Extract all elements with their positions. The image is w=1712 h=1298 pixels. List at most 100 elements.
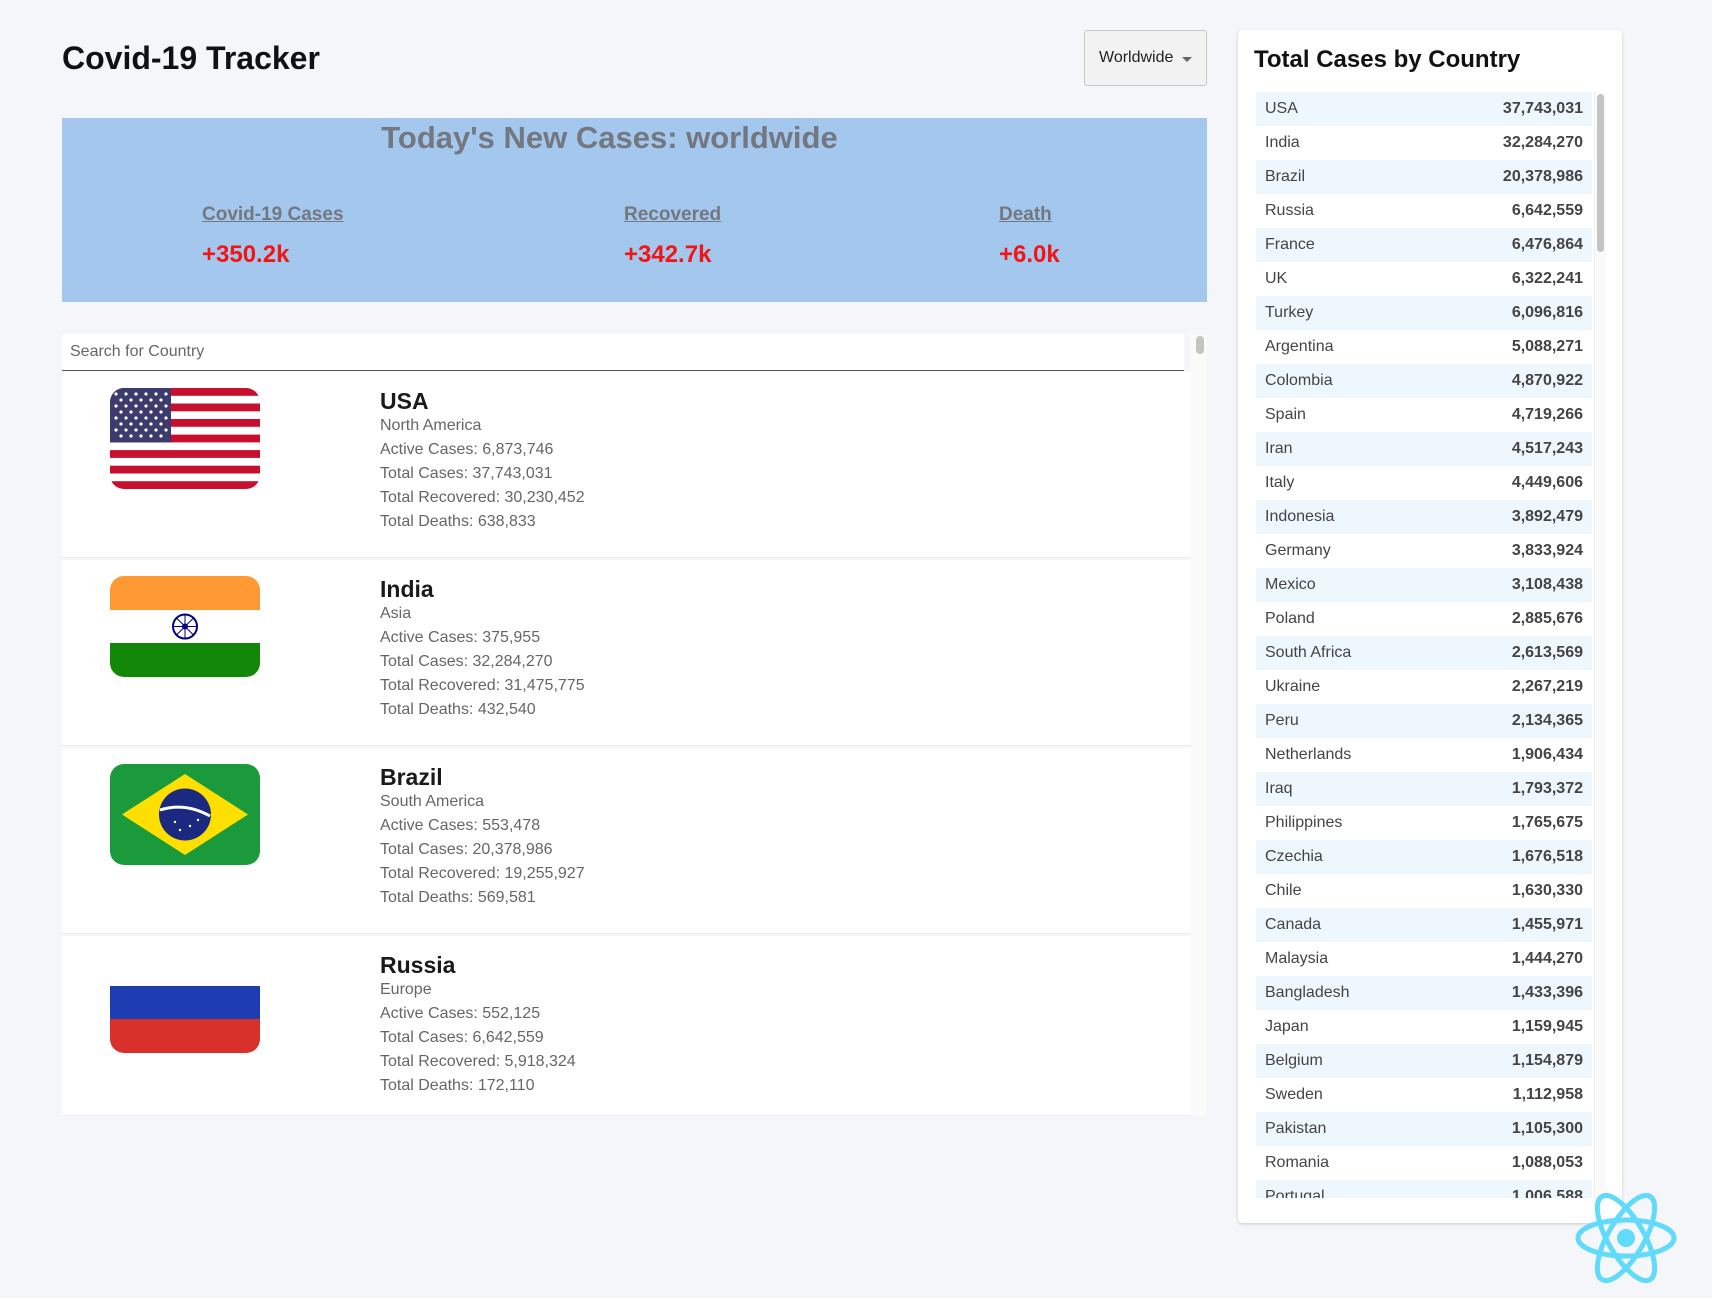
row-country: Spain xyxy=(1265,406,1306,423)
stat-recovered-label[interactable]: Recovered xyxy=(624,204,721,226)
caret-down-icon xyxy=(1182,57,1192,62)
row-country: Russia xyxy=(1265,202,1314,219)
country-deaths: Total Deaths: 172,110 xyxy=(380,1077,535,1094)
row-country: Netherlands xyxy=(1265,746,1352,763)
row-cases: 1,159,945 xyxy=(1511,1018,1583,1035)
row-country: Peru xyxy=(1265,712,1299,729)
table-row: India 32,284,270 xyxy=(1256,126,1592,160)
row-country: Japan xyxy=(1265,1018,1309,1035)
table-row: Bangladesh 1,433,396 xyxy=(1256,976,1592,1010)
total-cases-title: Total Cases by Country xyxy=(1254,46,1521,73)
table-row: Peru 2,134,365 xyxy=(1256,704,1592,738)
country-recovered: Total Recovered: 19,255,927 xyxy=(380,865,585,882)
row-country: USA xyxy=(1265,100,1298,117)
row-cases: 2,613,569 xyxy=(1511,644,1583,661)
table-row: Brazil 20,378,986 xyxy=(1256,160,1592,194)
stat-death-label[interactable]: Death xyxy=(999,204,1060,226)
country-name: Brazil xyxy=(380,764,443,790)
row-cases: 1,105,300 xyxy=(1511,1120,1583,1137)
country-card-russia[interactable]: Russia Europe Active Cases: 552,125 Tota… xyxy=(62,936,1191,1116)
row-country: Chile xyxy=(1265,882,1302,899)
row-cases: 20,378,986 xyxy=(1502,168,1583,185)
total-cases-scroll-thumb[interactable] xyxy=(1597,94,1604,252)
row-country: Argentina xyxy=(1265,338,1334,355)
row-country: Turkey xyxy=(1265,304,1314,321)
row-country: Romania xyxy=(1265,1154,1330,1171)
row-country: Ukraine xyxy=(1265,678,1321,695)
row-cases: 2,267,219 xyxy=(1511,678,1583,695)
row-country: Czechia xyxy=(1265,848,1323,865)
country-total: Total Cases: 32,284,270 xyxy=(380,653,553,670)
table-row: USA 37,743,031 xyxy=(1256,92,1592,126)
country-info: Russia Europe Active Cases: 552,125 Tota… xyxy=(380,952,576,1098)
country-card-india[interactable]: India Asia Active Cases: 375,955 Total C… xyxy=(62,560,1191,746)
row-cases: 3,892,479 xyxy=(1511,508,1583,525)
table-row: Mexico 3,108,438 xyxy=(1256,568,1592,602)
country-total: Total Cases: 6,642,559 xyxy=(380,1029,544,1046)
row-country: Poland xyxy=(1265,610,1315,627)
row-cases: 1,455,971 xyxy=(1511,916,1583,933)
country-deaths: Total Deaths: 432,540 xyxy=(380,701,536,718)
table-row: Iraq 1,793,372 xyxy=(1256,772,1592,806)
search-input[interactable] xyxy=(62,334,1184,371)
row-cases: 32,284,270 xyxy=(1502,134,1583,151)
row-cases: 1,006,588 xyxy=(1511,1188,1583,1198)
row-cases: 37,743,031 xyxy=(1502,100,1583,117)
new-cases-banner: Today's New Cases: worldwide Covid-19 Ca… xyxy=(62,118,1207,302)
table-row: Indonesia 3,892,479 xyxy=(1256,500,1592,534)
table-row: Portugal 1,006,588 xyxy=(1256,1180,1592,1198)
country-deaths: Total Deaths: 569,581 xyxy=(380,889,536,906)
row-cases: 3,108,438 xyxy=(1511,576,1583,593)
row-cases: 4,870,922 xyxy=(1511,372,1583,389)
stat-death: Death +6.0k xyxy=(999,204,1060,269)
country-name: USA xyxy=(380,388,429,414)
table-row: Czechia 1,676,518 xyxy=(1256,840,1592,874)
total-cases-table[interactable]: USA 37,743,031 India 32,284,270 Brazil 20,378… xyxy=(1256,92,1592,1198)
row-cases: 4,517,243 xyxy=(1511,440,1583,457)
brazil-flag-icon xyxy=(110,764,260,865)
country-name: India xyxy=(380,576,434,602)
row-cases: 6,322,241 xyxy=(1511,270,1583,287)
country-info: USA North America Active Cases: 6,873,74… xyxy=(380,388,585,534)
row-country: Iran xyxy=(1265,440,1293,457)
country-card-brazil[interactable]: Brazil South America Active Cases: 553,4… xyxy=(62,748,1191,934)
country-info: India Asia Active Cases: 375,955 Total C… xyxy=(380,576,585,722)
country-continent: South America xyxy=(380,793,485,810)
country-list-scroll-thumb[interactable] xyxy=(1196,336,1204,354)
table-row: Russia 6,642,559 xyxy=(1256,194,1592,228)
table-row: Iran 4,517,243 xyxy=(1256,432,1592,466)
react-logo-icon xyxy=(1575,1192,1677,1284)
row-cases: 1,433,396 xyxy=(1511,984,1583,1001)
total-cases-scrollbar[interactable] xyxy=(1594,92,1606,1198)
country-recovered: Total Recovered: 5,918,324 xyxy=(380,1053,576,1070)
stat-recovered-value: +342.7k xyxy=(624,241,712,268)
row-cases: 6,096,816 xyxy=(1511,304,1583,321)
stat-cases-label[interactable]: Covid-19 Cases xyxy=(202,204,344,226)
country-recovered: Total Recovered: 31,475,775 xyxy=(380,677,585,694)
table-row: Ukraine 2,267,219 xyxy=(1256,670,1592,704)
country-continent: Asia xyxy=(380,605,412,622)
row-cases: 1,444,270 xyxy=(1511,950,1583,967)
country-info: Brazil South America Active Cases: 553,4… xyxy=(380,764,585,910)
row-cases: 4,449,606 xyxy=(1511,474,1583,491)
country-card-usa[interactable]: USA North America Active Cases: 6,873,74… xyxy=(62,372,1191,558)
row-country: Colombia xyxy=(1265,372,1333,389)
row-cases: 1,906,434 xyxy=(1511,746,1583,763)
table-row: Chile 1,630,330 xyxy=(1256,874,1592,908)
row-country: Bangladesh xyxy=(1265,984,1350,1001)
row-cases: 1,630,330 xyxy=(1511,882,1583,899)
table-row: South Africa 2,613,569 xyxy=(1256,636,1592,670)
country-active: Active Cases: 552,125 xyxy=(380,1005,541,1022)
table-row: Sweden 1,112,958 xyxy=(1256,1078,1592,1112)
country-name: Russia xyxy=(380,952,456,978)
row-country: Brazil xyxy=(1265,168,1306,185)
country-select[interactable]: Worldwide xyxy=(1084,30,1207,86)
table-row: Poland 2,885,676 xyxy=(1256,602,1592,636)
russia-flag-icon xyxy=(110,952,260,1053)
country-list-scrollbar[interactable] xyxy=(1190,334,1207,1116)
row-country: Italy xyxy=(1265,474,1295,491)
new-cases-heading: Today's New Cases: worldwide xyxy=(381,120,838,155)
row-country: Portugal xyxy=(1265,1188,1325,1198)
row-cases: 2,885,676 xyxy=(1511,610,1583,627)
table-row: Italy 4,449,606 xyxy=(1256,466,1592,500)
